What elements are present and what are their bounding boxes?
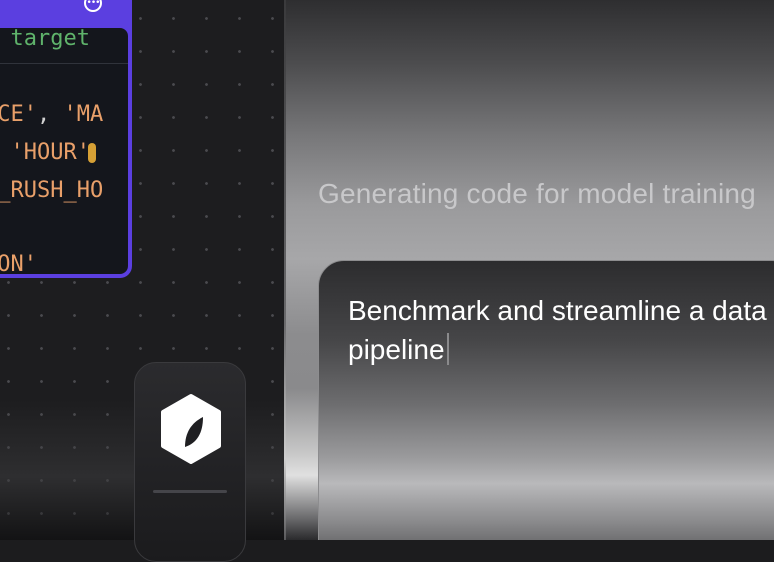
more-options-icon[interactable]: ••• (84, 0, 102, 12)
prompt-text: Benchmark and streamline a data pipeline (348, 295, 767, 365)
text-caret (446, 333, 449, 365)
code-string: 'MA (63, 102, 104, 127)
code-string: 'HOUR' (10, 140, 90, 165)
code-line: S_RUSH_HO (0, 178, 103, 203)
code-editor[interactable]: d target NCE', 'MA , 'HOUR' S_RUSH_HO IO… (0, 28, 128, 274)
code-string: ION' (0, 252, 37, 274)
hexagon-leaf-logo-icon (159, 393, 223, 470)
code-punctuation: , (0, 140, 11, 165)
code-separator (0, 63, 128, 64)
right-panel: Generating code for model training Bench… (286, 0, 774, 540)
code-string: NCE' (0, 102, 37, 127)
prompt-card[interactable]: Benchmark and streamline a data pipeline (318, 260, 774, 540)
code-string: S_RUSH_HO (0, 178, 104, 203)
code-punctuation: , (36, 102, 64, 127)
tile-handle[interactable] (153, 490, 227, 493)
code-comment-line: d target (0, 28, 90, 51)
status-text: Generating code for model training (318, 178, 756, 209)
cursor-marker (87, 143, 96, 163)
prompt-input[interactable]: Benchmark and streamline a data pipeline (348, 291, 768, 369)
app-tile[interactable] (134, 362, 246, 562)
code-editor-card[interactable]: ••• d target NCE', 'MA , 'HOUR' S_RUSH_H… (0, 0, 132, 278)
code-line: ION' (0, 252, 37, 274)
code-line: NCE', 'MA (0, 102, 103, 127)
code-line: , 'HOUR' (0, 140, 96, 165)
